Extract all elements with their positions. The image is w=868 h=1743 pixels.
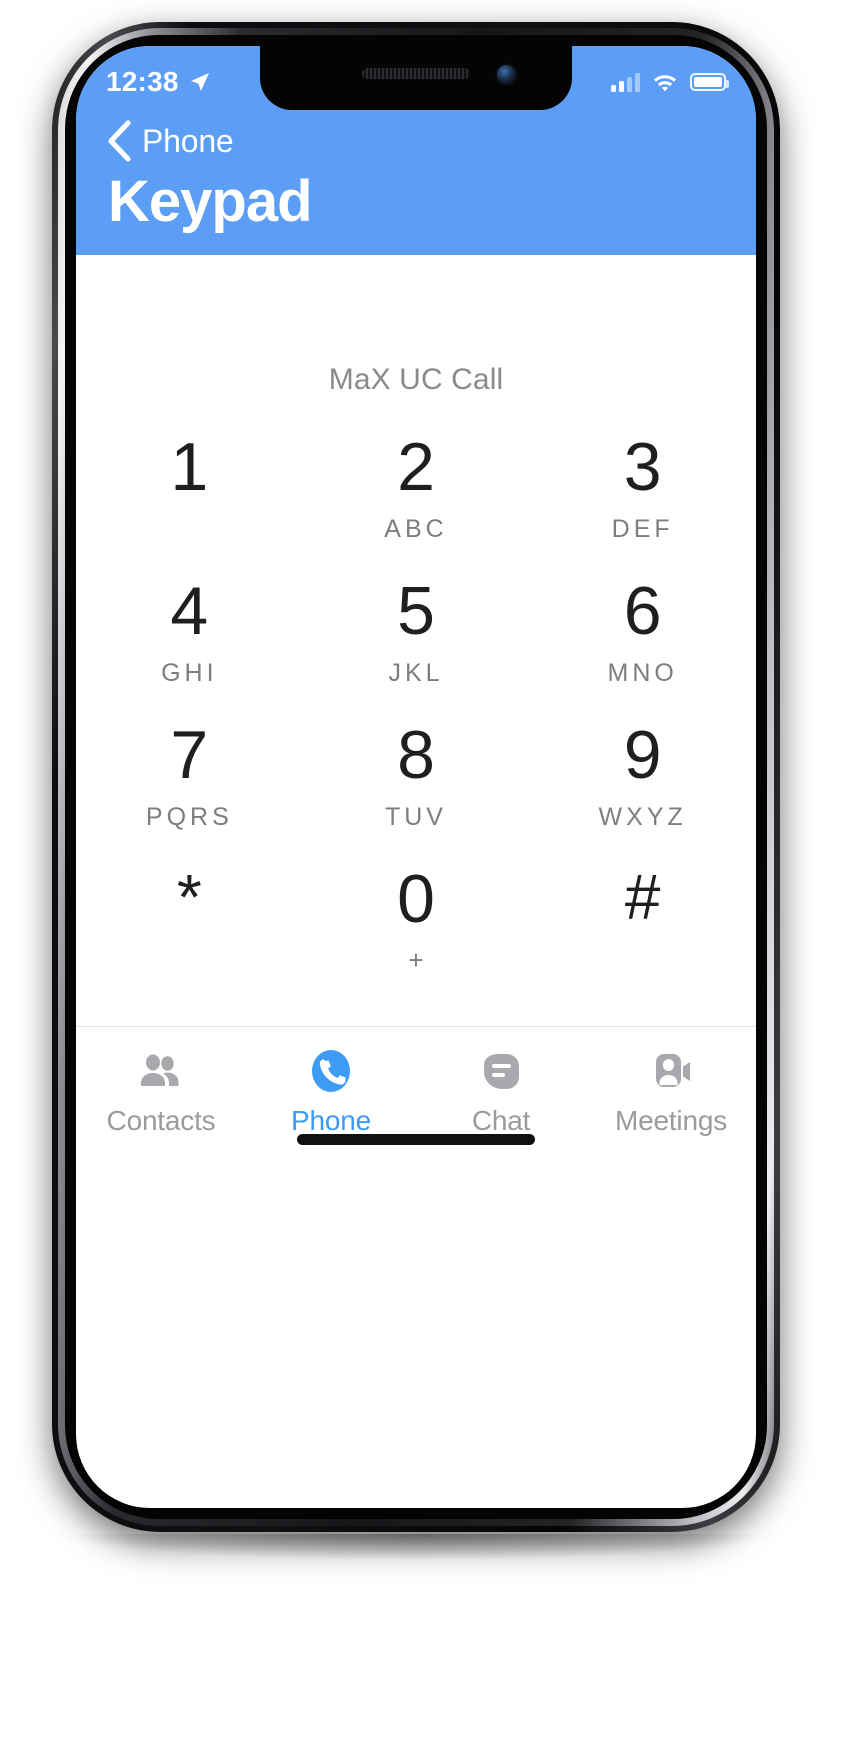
dialpad-key-hash[interactable]: # — [529, 865, 756, 1009]
dialpad-key-letters: TUV — [384, 802, 447, 831]
bottom-tab-bar: Contacts Phone Chat Meetings — [76, 1025, 756, 1167]
cellular-signal-icon — [611, 72, 640, 92]
dialpad-key-letters: PQRS — [145, 802, 233, 831]
tab-contacts[interactable]: Contacts — [76, 1027, 246, 1137]
dialpad-key-letters: JKL — [388, 658, 444, 687]
status-bar-time: 12:38 — [106, 66, 179, 97]
dialpad-key-digit: # — [624, 860, 661, 933]
dialpad-key-digit: 1 — [170, 428, 209, 505]
device-shadow — [70, 1534, 762, 1560]
screenshot-root: 12:38 Phone Keypad MaX UC Call 1 2 ABC 3… — [0, 0, 868, 1743]
device-notch — [260, 46, 572, 110]
dialpad-key-digit: * — [176, 860, 202, 933]
dialpad-key-star[interactable]: * — [76, 865, 303, 1009]
dialpad-key-6[interactable]: 6 MNO — [529, 577, 756, 721]
keypad-screen-body: MaX UC Call 1 2 ABC 3 DEF 4 GHI 5 JKL 6 … — [76, 254, 756, 1167]
dialpad-key-digit: 0 — [397, 860, 435, 937]
tab-label: Phone — [291, 1104, 371, 1136]
dialpad-key-0[interactable]: 0 + — [303, 865, 530, 1009]
dialpad-key-letters: ABC — [384, 514, 448, 543]
back-button[interactable]: Phone — [106, 110, 726, 172]
status-bar-left: 12:38 — [106, 58, 212, 98]
call-type-label: MaX UC Call — [328, 362, 504, 396]
chevron-left-icon — [108, 120, 131, 162]
phone-handset-icon — [308, 1047, 354, 1097]
contacts-people-icon — [138, 1047, 184, 1097]
location-arrow-icon — [190, 73, 209, 91]
dialpad-key-digit: 3 — [623, 428, 662, 505]
dialpad-key-2[interactable]: 2 ABC — [303, 433, 530, 577]
tab-label: Meetings — [614, 1104, 727, 1136]
dialpad: 1 2 ABC 3 DEF 4 GHI 5 JKL 6 MNO 7 PQRS 8… — [76, 433, 756, 1009]
tab-chat[interactable]: Chat — [416, 1027, 586, 1137]
dialpad-key-digit: 7 — [170, 716, 209, 793]
dialpad-key-1[interactable]: 1 — [76, 433, 303, 577]
tab-phone[interactable]: Phone — [246, 1027, 416, 1137]
dialpad-key-digit: 9 — [623, 716, 662, 793]
dialpad-key-letters: MNO — [607, 658, 678, 687]
phone-device-frame: 12:38 Phone Keypad MaX UC Call 1 2 ABC 3… — [52, 22, 780, 1532]
earpiece-speaker — [362, 68, 470, 79]
phone-screen: 12:38 Phone Keypad MaX UC Call 1 2 ABC 3… — [76, 46, 756, 1508]
dialpad-key-digit: 6 — [623, 572, 662, 649]
dialpad-key-letters: + — [408, 944, 424, 975]
dialpad-key-letters: DEF — [611, 514, 674, 543]
status-bar-right — [611, 64, 729, 92]
tab-label: Chat — [471, 1104, 531, 1136]
dialpad-key-digit: 4 — [170, 572, 209, 649]
home-indicator[interactable] — [297, 1133, 535, 1145]
dialpad-key-digit: 2 — [397, 428, 435, 505]
tab-label: Contacts — [106, 1104, 216, 1136]
dialpad-key-4[interactable]: 4 GHI — [76, 577, 303, 721]
dialpad-key-digit: 8 — [397, 716, 435, 793]
dialpad-key-letters: GHI — [161, 658, 218, 687]
battery-full-icon — [690, 73, 729, 91]
back-button-label: Phone — [142, 122, 234, 159]
dialpad-key-3[interactable]: 3 DEF — [529, 433, 756, 577]
navigation-bar: Phone Keypad — [76, 110, 756, 255]
dialpad-key-5[interactable]: 5 JKL — [303, 577, 530, 721]
dialpad-key-8[interactable]: 8 TUV — [303, 721, 530, 865]
dialpad-key-digit: 5 — [397, 572, 435, 649]
chat-bubble-icon — [479, 1047, 523, 1097]
dialpad-key-9[interactable]: 9 WXYZ — [529, 721, 756, 865]
dialpad-key-letters: WXYZ — [598, 802, 687, 831]
wifi-icon — [653, 75, 677, 92]
meetings-video-person-icon — [648, 1047, 694, 1097]
tab-meetings[interactable]: Meetings — [586, 1027, 756, 1137]
page-title: Keypad — [108, 169, 313, 234]
dialpad-key-7[interactable]: 7 PQRS — [76, 721, 303, 865]
front-camera-icon — [497, 65, 516, 84]
